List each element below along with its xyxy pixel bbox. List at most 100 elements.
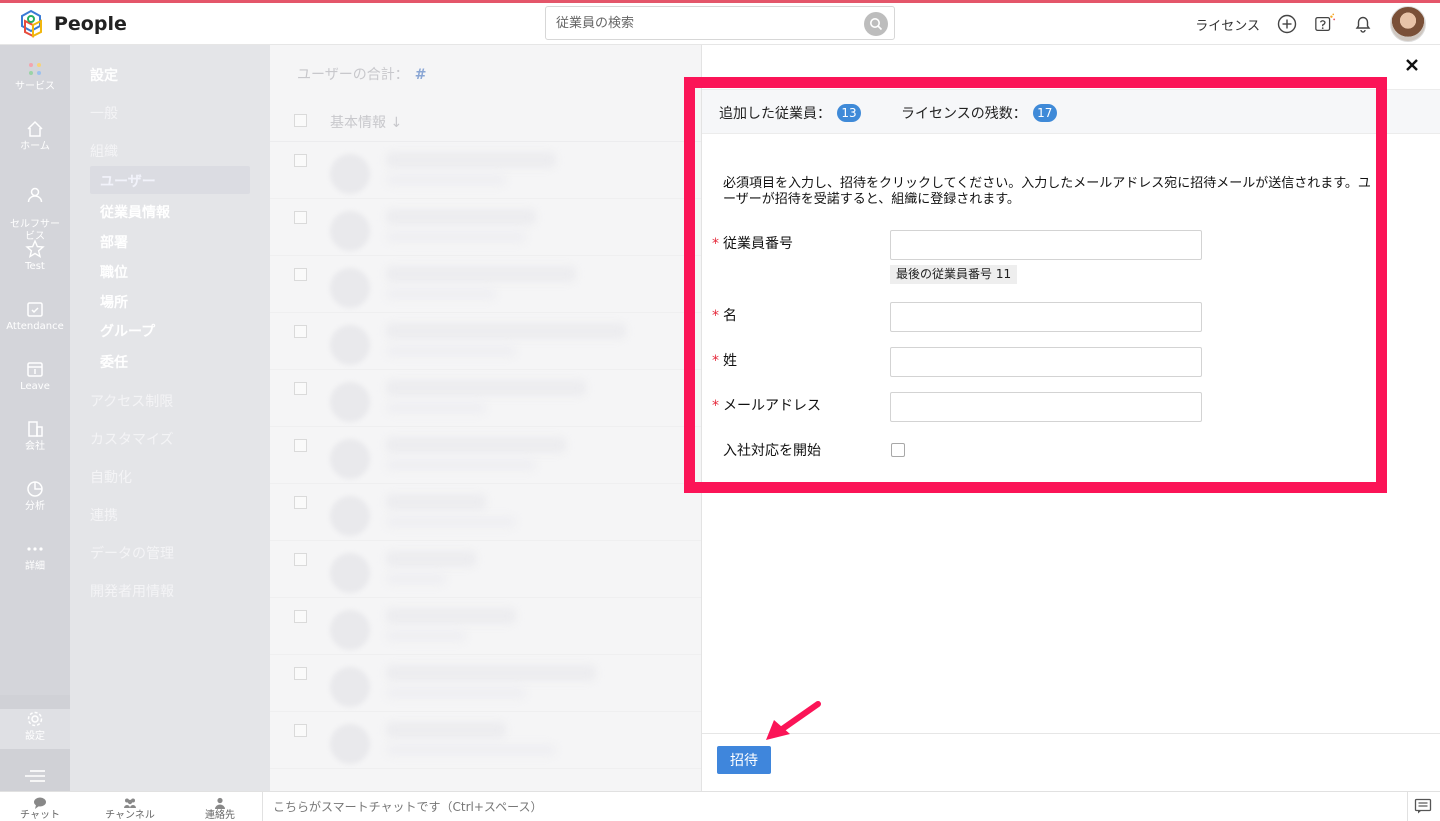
last-name-input[interactable] [890, 347, 1202, 377]
calendar-icon [27, 362, 43, 377]
nav-departments[interactable]: 部署 [100, 232, 128, 252]
first-name-input[interactable] [890, 302, 1202, 332]
nav-delegation[interactable]: 委任 [100, 352, 128, 372]
search-icon [870, 18, 883, 31]
redacted-name [386, 551, 476, 567]
nav-data-management[interactable]: データの管理 [90, 543, 174, 563]
settings-title: 設定 [90, 68, 118, 84]
brand[interactable]: People [16, 9, 127, 39]
required-mark: * [712, 353, 719, 369]
contact-icon [215, 797, 225, 809]
avatar [330, 553, 370, 593]
user-list: ユーザーの合計： # 基本情報 ↓ [270, 45, 701, 791]
people-group-icon [124, 798, 136, 808]
invite-button[interactable]: 招待 [717, 746, 771, 774]
nav-integration[interactable]: 連携 [90, 505, 118, 525]
close-icon [1406, 59, 1418, 71]
rail-item-leave[interactable]: Leave [0, 359, 70, 393]
employee-id-label: * 従業員番号 [712, 233, 793, 253]
nav-organization[interactable]: 組織 [90, 141, 118, 161]
nav-automation[interactable]: 自動化 [90, 467, 132, 487]
invite-instructions: 必須項目を入力し、招待をクリックしてください。入力したメールアドレス宛に招待メー… [723, 176, 1371, 207]
notifications-button[interactable] [1352, 13, 1374, 35]
nav-positions[interactable]: 職位 [100, 262, 128, 282]
table-row[interactable] [270, 256, 701, 313]
select-all-checkbox[interactable] [294, 114, 307, 127]
nav-groups[interactable]: グループ [100, 321, 155, 341]
row-checkbox[interactable] [294, 439, 307, 452]
table-row[interactable] [270, 427, 701, 484]
nav-locations[interactable]: 場所 [100, 292, 128, 312]
avatar [330, 724, 370, 764]
redacted-name [386, 665, 596, 681]
user-avatar[interactable] [1390, 6, 1426, 42]
row-checkbox[interactable] [294, 211, 307, 224]
menu-collapse-icon[interactable] [24, 769, 46, 783]
table-row[interactable] [270, 655, 701, 712]
rail-item-test[interactable]: Test [0, 239, 70, 273]
avatar [330, 382, 370, 422]
help-button[interactable] [1314, 13, 1336, 35]
row-checkbox[interactable] [294, 154, 307, 167]
table-row[interactable] [270, 712, 701, 769]
nav-customize[interactable]: カスタマイズ [90, 429, 174, 449]
add-button[interactable] [1276, 13, 1298, 35]
email-input[interactable] [890, 392, 1202, 422]
row-checkbox[interactable] [294, 724, 307, 737]
rail-item-analytics[interactable]: 分析 [0, 479, 70, 513]
avatar [330, 439, 370, 479]
avatar [330, 610, 370, 650]
search-button[interactable] [864, 12, 888, 36]
rail-item-more[interactable]: 詳細 [0, 539, 70, 573]
table-row[interactable] [270, 313, 701, 370]
rail-item-self-service[interactable]: セルフサー ビス [0, 173, 70, 243]
row-checkbox[interactable] [294, 553, 307, 566]
rail-item-home[interactable]: ホーム [0, 119, 70, 153]
row-checkbox[interactable] [294, 325, 307, 338]
table-row[interactable] [270, 370, 701, 427]
nav-employee-info[interactable]: 従業員情報 [100, 202, 170, 222]
table-row[interactable] [270, 598, 701, 655]
license-link[interactable]: ライセンス [1195, 15, 1260, 34]
nav-users[interactable]: ユーザー [100, 171, 156, 191]
close-button[interactable] [1402, 55, 1422, 75]
rail-item-services[interactable]: サービス [0, 59, 70, 93]
chat-button[interactable]: チャット [10, 797, 70, 821]
column-basic-info[interactable]: 基本情報 ↓ [330, 112, 402, 132]
bell-icon [1355, 16, 1371, 33]
nav-access-restriction[interactable]: アクセス制限 [90, 391, 173, 411]
table-row[interactable] [270, 142, 701, 199]
rail-item-attendance[interactable]: Attendance [0, 299, 70, 333]
search-input[interactable] [546, 7, 846, 39]
table-row[interactable] [270, 484, 701, 541]
row-checkbox[interactable] [294, 496, 307, 509]
nav-general[interactable]: 一般 [90, 103, 118, 123]
required-mark: * [712, 308, 719, 324]
gear-icon [27, 711, 43, 727]
table-row[interactable] [270, 199, 701, 256]
onboarding-checkbox[interactable] [891, 443, 905, 457]
contacts-button[interactable]: 連絡先 [190, 797, 250, 821]
channels-button[interactable]: チャンネル [100, 797, 160, 821]
table-row[interactable] [270, 541, 701, 598]
rail-item-company[interactable]: 会社 [0, 419, 70, 453]
chat-panel-icon[interactable] [1414, 798, 1432, 814]
rail-item-settings[interactable]: 設定 [0, 709, 70, 749]
user-total: ユーザーの合計： # [297, 64, 426, 84]
row-checkbox[interactable] [294, 610, 307, 623]
row-checkbox[interactable] [294, 667, 307, 680]
row-checkbox[interactable] [294, 382, 307, 395]
added-employees-count: 13 [837, 104, 861, 122]
pie-chart-icon [27, 481, 43, 497]
nav-developer[interactable]: 開発者用情報 [90, 581, 174, 601]
email-label: * メールアドレス [712, 395, 821, 415]
channels-label: チャンネル [105, 810, 155, 821]
smart-chat-input[interactable] [263, 792, 1407, 821]
redacted-detail [386, 402, 486, 414]
plus-circle-icon [1277, 14, 1297, 34]
redacted-name [386, 380, 586, 396]
redacted-detail [386, 231, 526, 243]
added-employees: 追加した従業員： 13 [719, 103, 861, 123]
employee-id-input[interactable] [890, 230, 1202, 260]
row-checkbox[interactable] [294, 268, 307, 281]
